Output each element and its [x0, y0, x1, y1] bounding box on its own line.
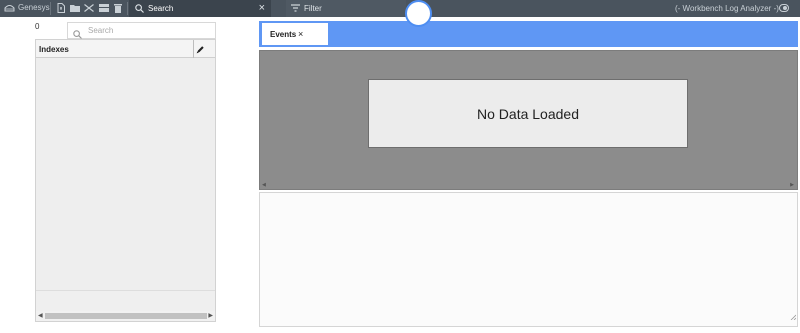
scroll-right-icon[interactable]: ▶ [208, 312, 213, 319]
search-icon [135, 4, 144, 15]
tab-events[interactable]: Events × [262, 23, 328, 45]
tab-label: Events [270, 30, 297, 39]
toggle-switch[interactable] [779, 4, 789, 12]
loading-spinner [405, 0, 432, 27]
horizontal-scrollbar[interactable]: ◀ ▶ [36, 311, 215, 321]
scroll-left-icon[interactable]: ◀ [38, 312, 43, 319]
toolbar-divider [50, 2, 51, 15]
brand: Genesys [4, 3, 50, 12]
top-toolbar: Genesys Search × Filter (- Workbench Log… [0, 0, 800, 17]
tab-strip: Events × [259, 21, 798, 47]
merge-icon[interactable] [84, 3, 94, 13]
scroll-right-icon[interactable]: ▶ [790, 182, 794, 188]
genesys-logo-icon [4, 3, 15, 12]
close-icon[interactable]: × [259, 2, 265, 15]
indexes-panel: Indexes ◀ ▶ [35, 39, 216, 322]
folder-icon[interactable] [70, 3, 80, 13]
search-placeholder: Search [88, 26, 114, 35]
app-title: (- Workbench Log Analyzer -) [675, 4, 779, 13]
trash-icon[interactable] [113, 3, 123, 13]
panel-footer [36, 290, 215, 312]
layout-icon[interactable] [99, 3, 109, 13]
scrollbar-thumb[interactable] [45, 313, 207, 319]
brand-label: Genesys [18, 3, 50, 12]
search-label: Search [148, 4, 174, 13]
pencil-icon[interactable] [195, 42, 205, 60]
search-box[interactable]: Search × [129, 0, 271, 17]
column-divider [193, 40, 194, 58]
empty-message: No Data Loaded [477, 105, 579, 122]
close-icon[interactable]: × [298, 29, 303, 39]
detail-pane [259, 192, 798, 327]
filter-label: Filter [304, 4, 322, 13]
events-grid: No Data Loaded ◀ ▶ [259, 50, 798, 190]
indexes-column-header[interactable]: Indexes [39, 45, 69, 54]
filter-box[interactable]: Filter [286, 0, 406, 17]
scroll-left-icon[interactable]: ◀ [262, 182, 266, 188]
toolbar-divider [127, 2, 128, 15]
no-data-message: No Data Loaded [368, 79, 688, 148]
index-count: 0 [35, 22, 40, 31]
index-search-input[interactable]: Search [67, 22, 216, 39]
indexes-header: Indexes [36, 40, 215, 58]
filter-icon [291, 4, 300, 14]
resize-grip-icon[interactable] [790, 307, 797, 325]
open-file-icon[interactable] [56, 3, 66, 13]
